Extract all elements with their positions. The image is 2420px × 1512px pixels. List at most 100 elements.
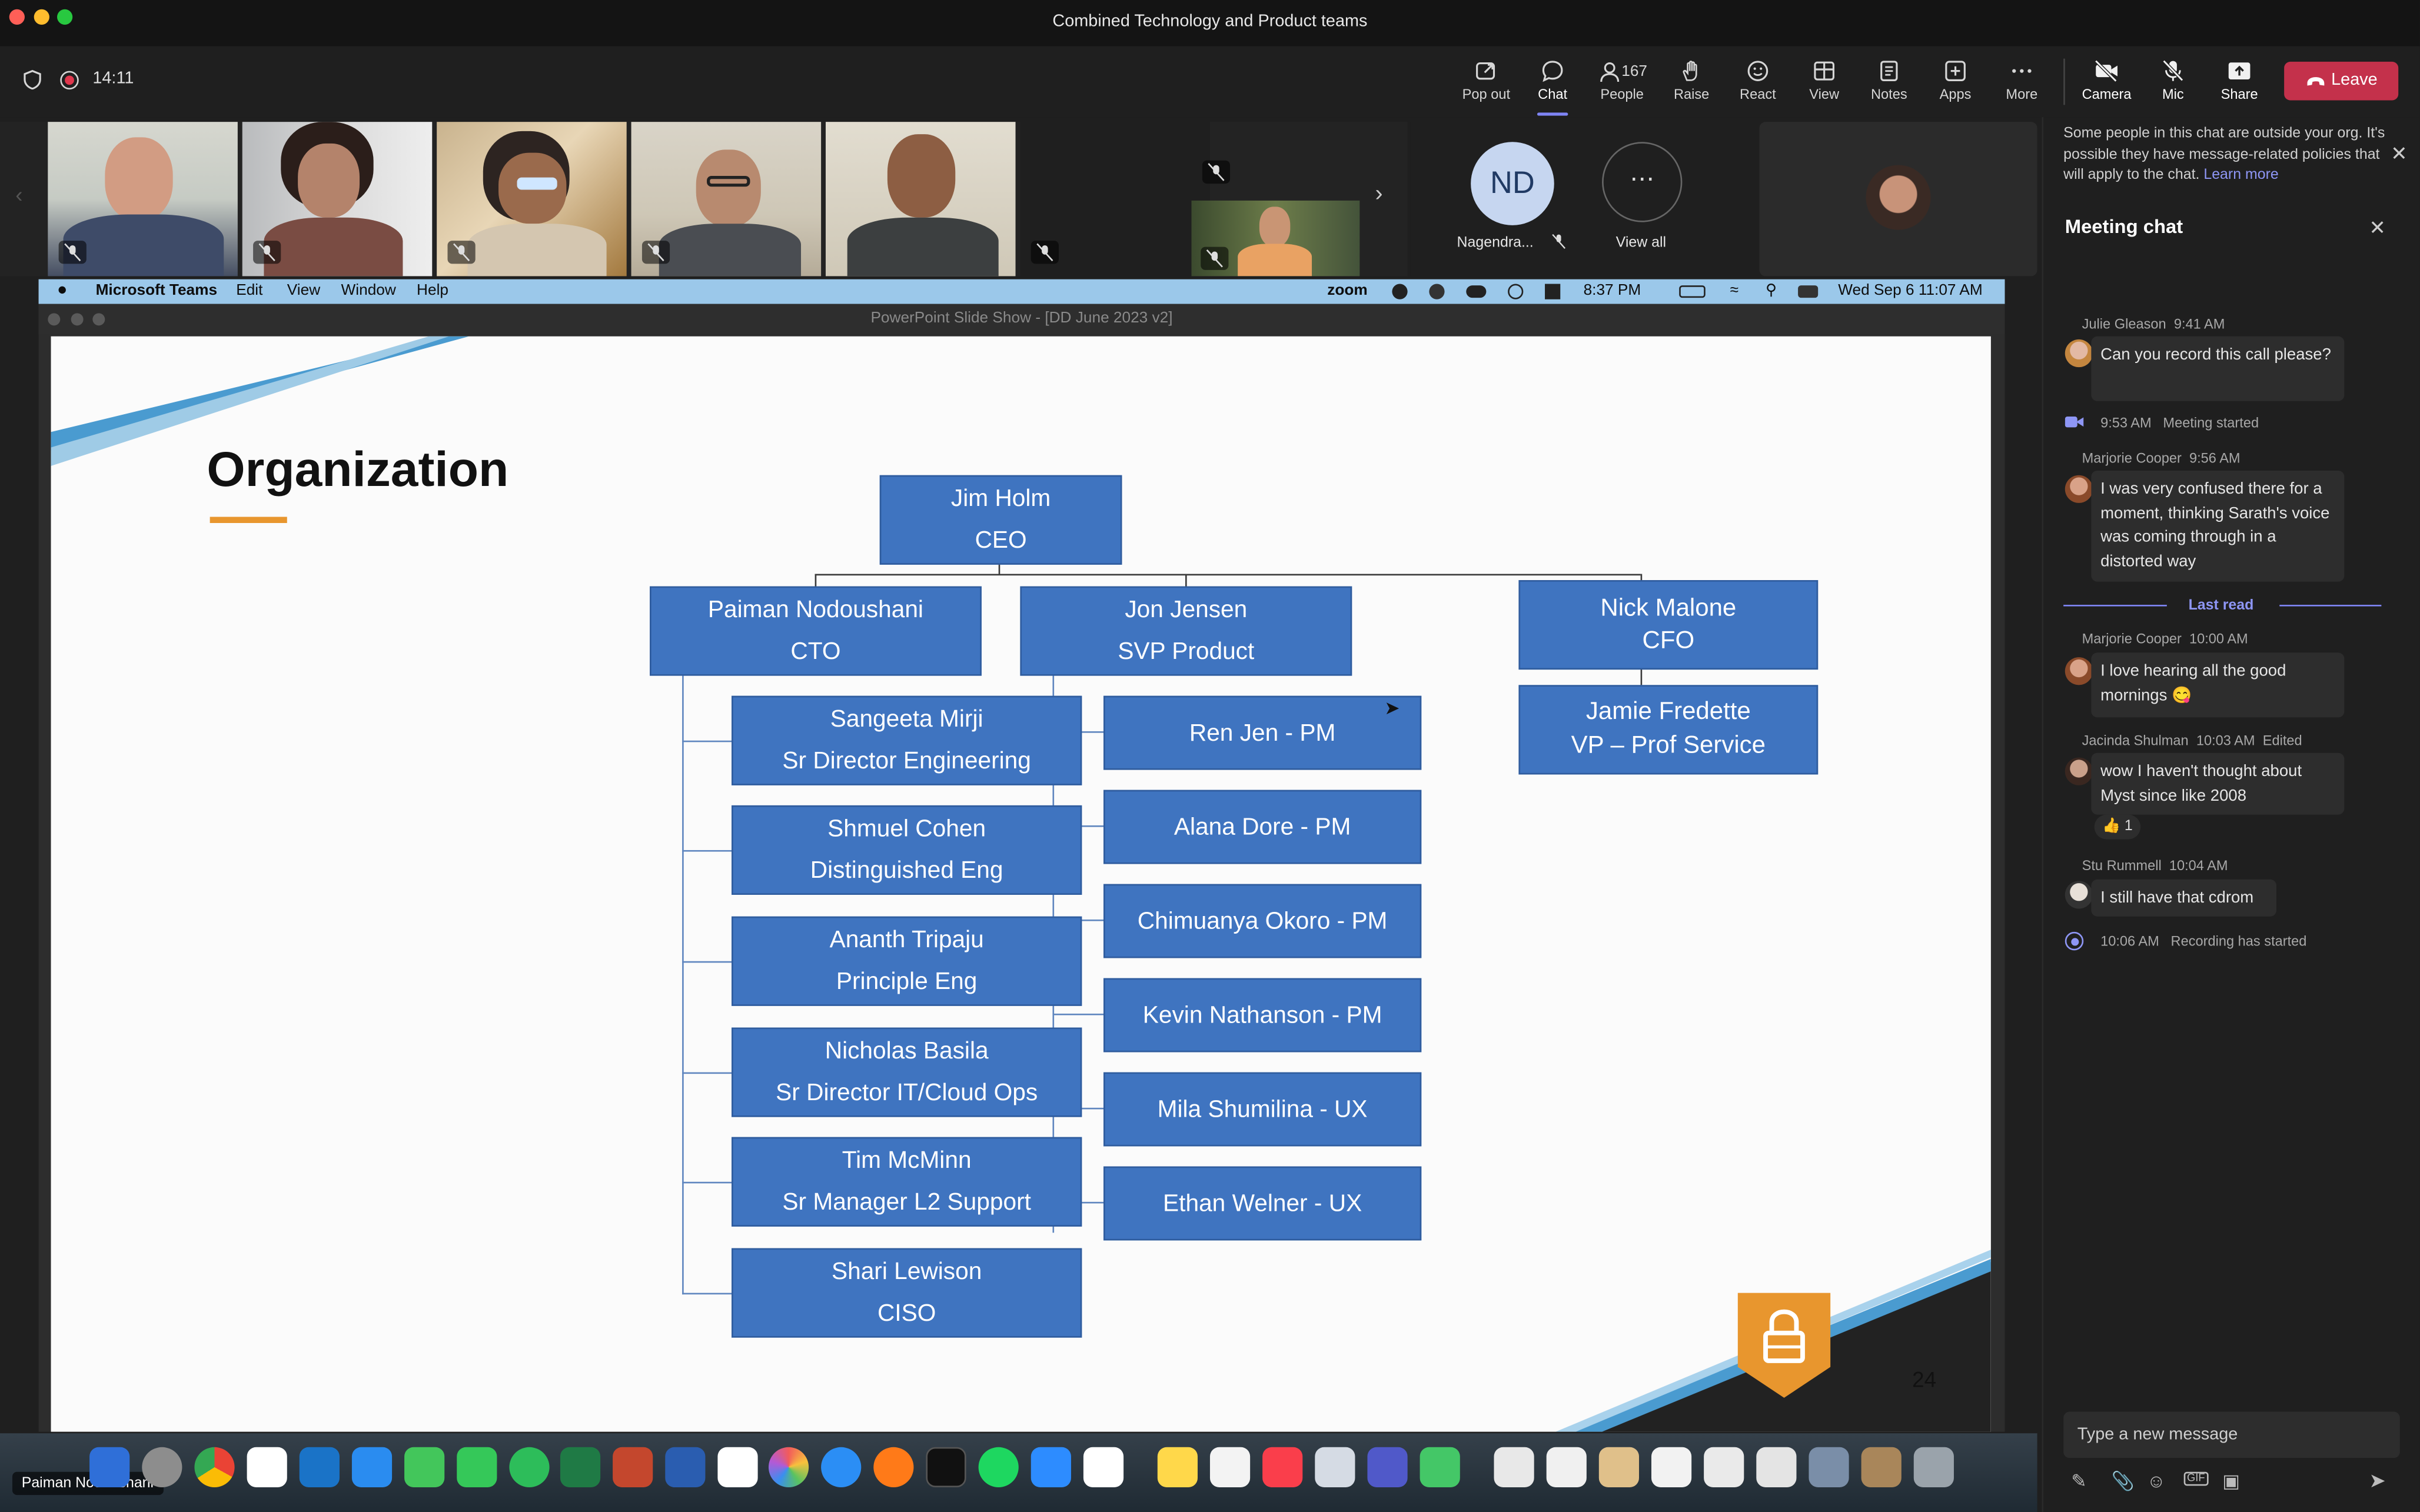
document-thumbnail[interactable]: [1651, 1447, 1692, 1487]
spotify-app-icon[interactable]: [978, 1447, 1019, 1487]
news-app-icon[interactable]: [1262, 1447, 1303, 1487]
banner-close-icon[interactable]: ✕: [2391, 142, 2408, 166]
compose-placeholder: Type a new message: [2077, 1426, 2238, 1444]
people-button[interactable]: 167 People: [1587, 46, 1658, 118]
notes-app-icon[interactable]: [1157, 1447, 1198, 1487]
sticker-icon[interactable]: ▣: [2222, 1470, 2240, 1492]
participant-video-tile[interactable]: [1020, 122, 1210, 277]
word-app-icon[interactable]: [665, 1447, 706, 1487]
raise-hand-button[interactable]: Raise: [1657, 46, 1725, 118]
mic-button[interactable]: Mic: [2139, 46, 2207, 118]
recording-indicator-icon: [2065, 931, 2084, 951]
emoji-icon[interactable]: ☺: [2147, 1470, 2166, 1492]
document-thumbnail[interactable]: [1809, 1447, 1849, 1487]
photos-app-icon[interactable]: [768, 1447, 809, 1487]
firefox-app-icon[interactable]: [873, 1447, 914, 1487]
window-title: Combined Technology and Product teams: [1052, 12, 1368, 31]
view-button[interactable]: View: [1790, 46, 1858, 118]
powerpoint-app-icon[interactable]: [613, 1447, 653, 1487]
apple-icon[interactable]: ●: [57, 281, 67, 299]
popout-label: Pop out: [1462, 86, 1511, 102]
mac-menu-bar: ● Microsoft Teams Edit View Window Help …: [38, 279, 2005, 304]
layout-icon: [1790, 59, 1858, 84]
last-read-label: Last read: [2188, 597, 2254, 614]
mic-muted-icon: [641, 241, 670, 264]
messages-app-icon[interactable]: [404, 1447, 445, 1487]
finder-app-icon[interactable]: [89, 1447, 130, 1487]
org-connector: [682, 740, 732, 742]
react-label: React: [1740, 86, 1776, 102]
popout-button[interactable]: Pop out: [1452, 46, 1520, 118]
learn-more-link[interactable]: Learn more: [2203, 166, 2278, 184]
zoom-app-icon[interactable]: [1031, 1447, 1071, 1487]
mac-menu-view[interactable]: View: [287, 282, 320, 299]
participant-video-tile[interactable]: [242, 122, 433, 277]
chrome-app-icon[interactable]: [194, 1447, 235, 1487]
participant-video-tile[interactable]: [48, 122, 238, 277]
svp-name: Jon Jensen: [1125, 597, 1248, 624]
slack-app-icon[interactable]: [247, 1447, 287, 1487]
outlook-app-icon[interactable]: [299, 1447, 340, 1487]
gallery-next-chevron-icon[interactable]: ›: [1375, 181, 1383, 207]
format-icon[interactable]: ✎: [2071, 1470, 2086, 1492]
document-thumbnail[interactable]: [1756, 1447, 1797, 1487]
participant-video-tile[interactable]: [825, 122, 1016, 277]
document-thumbnail[interactable]: [1704, 1447, 1744, 1487]
message-meta: Marjorie Cooper 10:00 AM: [2082, 631, 2248, 647]
more-button[interactable]: More: [1988, 46, 2056, 118]
status-icon: [1429, 284, 1445, 299]
camera-button[interactable]: Camera: [2073, 46, 2140, 118]
message-time: 9:41 AM: [2173, 316, 2225, 332]
trash-icon[interactable]: [1913, 1447, 1954, 1487]
teams-app-icon[interactable]: [1367, 1447, 1408, 1487]
participant-video-tile[interactable]: [437, 122, 627, 277]
chat-button[interactable]: Chat: [1518, 46, 1586, 118]
settings-app-icon[interactable]: [142, 1447, 182, 1487]
share-button[interactable]: Share: [2205, 46, 2273, 118]
participant-video-tile[interactable]: [1191, 200, 1360, 277]
view-all-button[interactable]: ⋯: [1602, 142, 1683, 222]
preview-app-icon[interactable]: [1315, 1447, 1355, 1487]
send-icon[interactable]: ➤: [2369, 1469, 2386, 1494]
battery-icon: [1679, 285, 1706, 298]
notes-label: Notes: [1870, 86, 1907, 102]
compose-box[interactable]: Type a new message: [2063, 1411, 2400, 1458]
chat-close-icon[interactable]: ✕: [2369, 216, 2386, 241]
app-icon[interactable]: [1083, 1447, 1124, 1487]
evernote-app-icon[interactable]: [509, 1447, 550, 1487]
terminal-app-icon[interactable]: [926, 1447, 966, 1487]
facetime-app-icon[interactable]: [457, 1447, 497, 1487]
document-thumbnail[interactable]: [1861, 1447, 1902, 1487]
gif-icon[interactable]: GIF: [2183, 1471, 2208, 1486]
document-thumbnail[interactable]: [1494, 1447, 1534, 1487]
participant-avatar[interactable]: ND: [1471, 142, 1554, 225]
calendar-app-icon[interactable]: [717, 1447, 758, 1487]
reaction-chip[interactable]: 👍 1: [2094, 814, 2141, 840]
org-connector: [682, 961, 732, 963]
message-author: Marjorie Cooper: [2082, 631, 2182, 647]
self-view-tile[interactable]: [1759, 122, 2037, 277]
attach-icon[interactable]: 📎: [2111, 1470, 2134, 1492]
mac-menu-app[interactable]: Microsoft Teams: [96, 282, 217, 299]
react-button[interactable]: React: [1724, 46, 1791, 118]
add-app-icon: [1922, 59, 1989, 84]
eng-name: Shari Lewison: [831, 1258, 982, 1285]
mac-menu-window[interactable]: Window: [341, 282, 396, 299]
mac-menu-help[interactable]: Help: [417, 282, 448, 299]
notes-button[interactable]: Notes: [1855, 46, 1923, 118]
message-time: 10:00 AM: [2189, 631, 2248, 647]
mail-app-icon[interactable]: [351, 1447, 393, 1487]
mouse-cursor-icon: ➤: [1384, 697, 1400, 720]
messages-app-icon[interactable]: [1420, 1447, 1460, 1487]
participant-video-tile[interactable]: [631, 122, 822, 277]
apps-button[interactable]: Apps: [1922, 46, 1989, 118]
safari-app-icon[interactable]: [821, 1447, 862, 1487]
leave-button[interactable]: Leave: [2284, 61, 2399, 101]
search-icon: ⚲: [1766, 282, 1777, 299]
document-thumbnail[interactable]: [1546, 1447, 1587, 1487]
textedit-app-icon[interactable]: [1209, 1447, 1251, 1487]
mac-menu-edit[interactable]: Edit: [236, 282, 262, 299]
gallery-prev-chevron-icon[interactable]: ‹: [15, 182, 22, 207]
document-thumbnail[interactable]: [1598, 1447, 1639, 1487]
excel-app-icon[interactable]: [560, 1447, 601, 1487]
